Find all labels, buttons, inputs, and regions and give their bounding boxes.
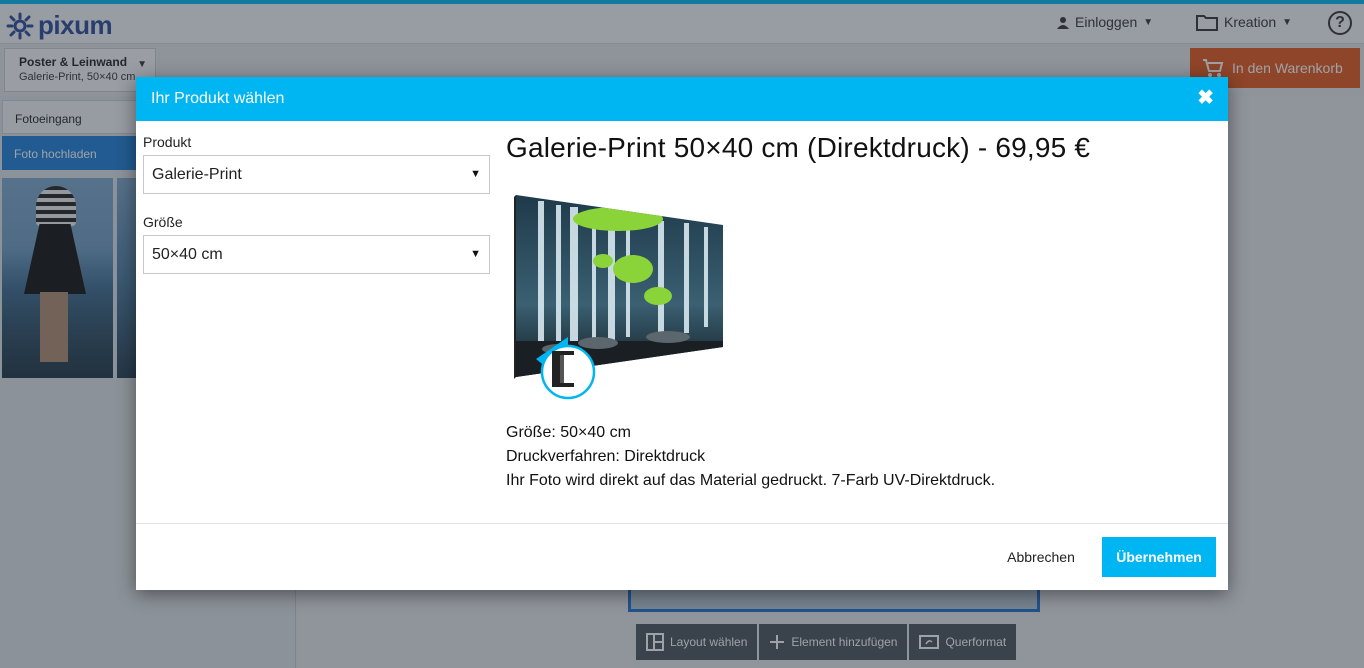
size-select[interactable]: 50×40 cm ▼ (143, 235, 490, 274)
product-select[interactable]: Galerie-Print ▼ (143, 155, 490, 194)
size-label: Größe (143, 214, 183, 230)
modal-header: Ihr Produkt wählen ✖ (136, 77, 1228, 121)
dropdown-arrow-icon: ▼ (470, 168, 481, 180)
product-label: Produkt (143, 134, 192, 150)
product-preview-image (514, 195, 723, 400)
product-title: Galerie-Print 50×40 cm (Direktdruck) - 6… (506, 132, 1091, 163)
size-select-value: 50×40 cm (152, 246, 223, 263)
info-print-method: Druckverfahren: Direktdruck (506, 448, 706, 465)
modal-title: Ihr Produkt wählen (151, 90, 285, 107)
product-modal: Ihr Produkt wählen ✖ Produkt Galerie-Pri… (136, 77, 1228, 590)
footer-divider (136, 523, 1228, 524)
dropdown-arrow-icon: ▼ (470, 248, 481, 260)
info-description: Ihr Foto wird direkt auf das Material ge… (506, 472, 996, 489)
apply-button[interactable]: Übernehmen (1102, 537, 1216, 577)
cancel-button[interactable]: Abbrechen (996, 537, 1086, 577)
close-icon[interactable]: ✖ (1197, 88, 1214, 108)
product-select-value: Galerie-Print (152, 166, 242, 183)
info-size: Größe: 50×40 cm (506, 424, 631, 441)
